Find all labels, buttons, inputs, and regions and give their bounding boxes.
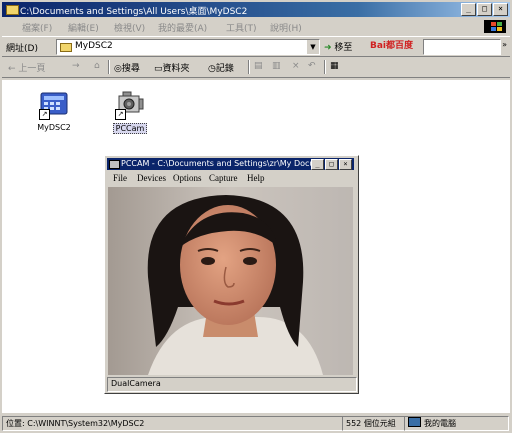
close-button[interactable]: × — [493, 3, 508, 16]
menu-edit[interactable]: 編輯(E) — [68, 21, 99, 34]
search-icon: ◎ — [114, 64, 122, 74]
pccam-title: PCCAM - C:\Documents and Settings\zr\My … — [121, 159, 311, 168]
folders-button[interactable]: ▭資料夾 — [154, 61, 190, 74]
toolbar-separator — [108, 60, 110, 74]
pccam-close-button[interactable]: × — [339, 159, 352, 170]
address-bar: 網址(D) MyDSC2 ▼ ➜ 移至 Bai都百度 » — [2, 36, 510, 57]
folder-icon — [60, 43, 72, 52]
status-zone-label: 我的電腦 — [424, 419, 456, 428]
icon-label: MyDSC2 — [37, 123, 71, 132]
move-to-icon[interactable]: ▤ — [254, 61, 263, 71]
search-input[interactable] — [423, 39, 501, 55]
pccam-menu-file[interactable]: File — [113, 173, 127, 183]
standard-toolbar: ← 上一頁 → ⌂ ◎搜尋 ▭資料夾 ◷記錄 ▤ ▥ × ↶ ▦ — [2, 57, 510, 78]
menu-tools[interactable]: 工具(T) — [226, 21, 257, 34]
menu-bar: 檔案(F) 編輯(E) 檢視(V) 我的最愛(A) 工具(T) 說明(H) — [2, 19, 510, 34]
shortcut-arrow-icon: ↗ — [115, 109, 126, 120]
webcam-video-feed — [108, 187, 353, 375]
up-button[interactable]: ⌂ — [94, 61, 100, 71]
forward-button[interactable]: → — [72, 61, 80, 71]
pccam-menu-options[interactable]: Options — [173, 173, 202, 183]
go-arrow-icon: ➜ — [324, 43, 332, 53]
minimize-button[interactable]: _ — [461, 3, 476, 16]
mydsc2-app-icon: ↗ — [39, 90, 69, 120]
pccam-status-text: DualCamera — [111, 379, 161, 388]
status-location: 位置: C:\WINNT\System32\MyDSC2 — [2, 416, 343, 431]
pccam-menu-capture[interactable]: Capture — [209, 173, 238, 183]
pccam-caption-buttons: _ □ × — [311, 159, 352, 170]
window-title: C:\Documents and Settings\All Users\桌面\M… — [20, 7, 248, 17]
views-button[interactable]: ▦ — [330, 61, 339, 71]
my-computer-icon — [408, 417, 421, 427]
status-zone: 我的電腦 — [404, 416, 509, 431]
history-label: 記錄 — [215, 64, 234, 74]
windows-logo-icon — [484, 20, 506, 33]
toolbar-separator — [248, 60, 250, 74]
go-label: 移至 — [334, 43, 353, 53]
pccam-status-bar: DualCamera — [107, 377, 357, 392]
shortcut-pccam[interactable]: ↗ PCCam — [102, 90, 158, 134]
folder-tree-icon: ▭ — [154, 64, 163, 74]
status-bar: 位置: C:\WINNT\System32\MyDSC2 552 個位元組 我的… — [2, 415, 510, 431]
search-button[interactable]: ◎搜尋 — [114, 61, 140, 74]
menu-view[interactable]: 檢視(V) — [114, 21, 145, 34]
baidu-search-logo[interactable]: Bai都百度 — [370, 39, 420, 53]
pccam-minimize-button[interactable]: _ — [311, 159, 324, 170]
history-button[interactable]: ◷記錄 — [208, 61, 234, 74]
folder-icon — [6, 5, 19, 15]
title-bar[interactable]: C:\Documents and Settings\All Users\桌面\M… — [2, 2, 510, 17]
pccam-title-bar[interactable]: PCCAM - C:\Documents and Settings\zr\My … — [107, 158, 354, 170]
pccam-maximize-button[interactable]: □ — [325, 159, 338, 170]
shortcut-mydsc2[interactable]: ↗ MyDSC2 — [26, 90, 82, 133]
address-label: 網址(D) — [6, 44, 38, 54]
toolbar-overflow-icon[interactable]: » — [502, 40, 507, 49]
delete-button[interactable]: × — [292, 61, 300, 71]
go-button[interactable]: ➜ 移至 — [324, 40, 352, 53]
folders-label: 資料夾 — [162, 64, 190, 74]
menu-file[interactable]: 檔案(F) — [22, 21, 52, 34]
caption-buttons: _ □ × — [461, 3, 508, 16]
status-size: 552 個位元組 — [342, 416, 405, 431]
pccam-menu-help[interactable]: Help — [247, 173, 265, 183]
search-label: 搜尋 — [121, 64, 140, 74]
undo-button[interactable]: ↶ — [308, 61, 316, 71]
address-input[interactable]: MyDSC2 ▼ — [56, 39, 320, 55]
camera-icon — [109, 160, 120, 169]
menu-help[interactable]: 說明(H) — [270, 21, 302, 34]
pccam-menu-bar: File Devices Options Capture Help — [107, 172, 354, 185]
back-button[interactable]: ← 上一頁 — [8, 61, 45, 74]
pccam-window[interactable]: PCCAM - C:\Documents and Settings\zr\My … — [104, 155, 359, 394]
toolbar-separator — [324, 60, 326, 74]
maximize-button[interactable]: □ — [477, 3, 492, 16]
menu-favorites[interactable]: 我的最愛(A) — [158, 21, 207, 34]
chevron-down-icon[interactable]: ▼ — [306, 40, 319, 54]
address-value: MyDSC2 — [75, 41, 113, 51]
copy-to-icon[interactable]: ▥ — [272, 61, 281, 71]
pccam-menu-devices[interactable]: Devices — [137, 173, 166, 183]
shortcut-arrow-icon: ↗ — [39, 109, 50, 120]
history-icon: ◷ — [208, 64, 216, 74]
pccam-camera-icon: ↗ — [115, 90, 145, 120]
explorer-window: C:\Documents and Settings\All Users\桌面\M… — [0, 0, 512, 433]
icon-label: PCCam — [112, 123, 148, 134]
webcam-frame-image — [108, 187, 353, 375]
